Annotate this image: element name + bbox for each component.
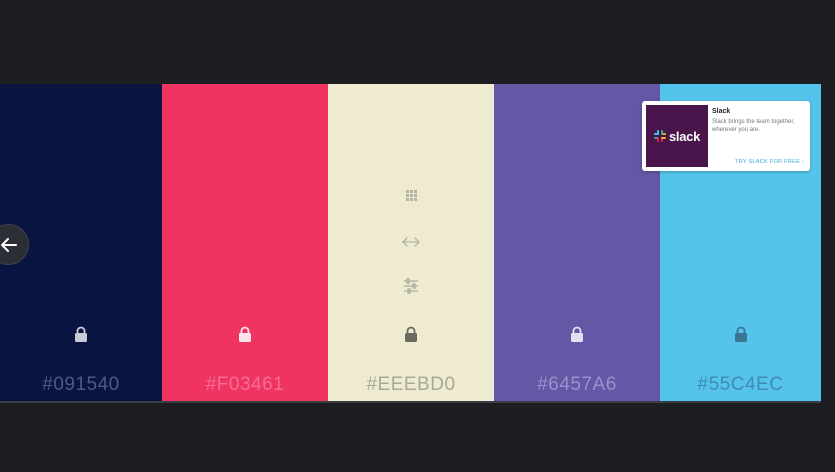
hex-code[interactable]: #55C4EC xyxy=(660,374,821,396)
ad-cta-link[interactable]: TRY SLACK FOR FREE › xyxy=(735,159,804,165)
lock-icon[interactable] xyxy=(404,326,418,342)
hex-code[interactable]: #EEEBD0 xyxy=(328,374,494,396)
color-swatch[interactable]: #EEEBD0 xyxy=(328,84,494,402)
slack-logo-text: slack xyxy=(668,128,701,144)
color-swatch[interactable]: #6457A6 xyxy=(494,84,660,402)
hex-code[interactable]: #091540 xyxy=(0,374,162,396)
lock-icon[interactable] xyxy=(570,326,584,342)
arrow-left-icon xyxy=(0,237,17,252)
lock-icon[interactable] xyxy=(74,326,88,342)
color-swatch[interactable]: #F03461 xyxy=(162,84,328,402)
ad-title: Slack xyxy=(712,108,731,115)
slack-hash-icon xyxy=(653,130,666,142)
grid-icon[interactable] xyxy=(401,188,421,204)
sliders-icon[interactable] xyxy=(401,278,421,294)
lock-icon[interactable] xyxy=(734,326,748,342)
lock-icon[interactable] xyxy=(238,326,252,342)
palette-bottom-divider xyxy=(0,401,821,403)
slack-logo: slack xyxy=(646,105,708,167)
arrows-horizontal-icon[interactable] xyxy=(401,234,421,250)
hex-code[interactable]: #6457A6 xyxy=(494,374,660,396)
slack-ad[interactable]: slack Slack Slack brings the team togeth… xyxy=(642,101,810,171)
ad-description: Slack brings the team together, wherever… xyxy=(712,119,795,133)
hex-code[interactable]: #F03461 xyxy=(162,374,328,396)
